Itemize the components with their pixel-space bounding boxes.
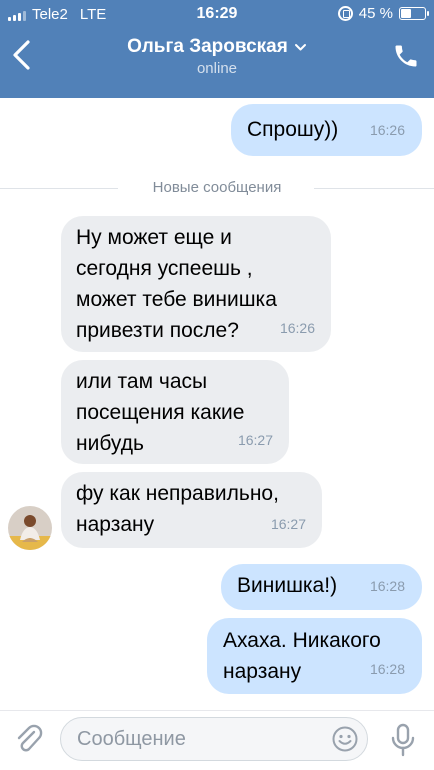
smile-icon[interactable] xyxy=(331,725,359,753)
contact-name[interactable]: Ольга Заровская xyxy=(127,36,288,58)
rotation-lock-icon xyxy=(337,6,353,21)
battery-icon xyxy=(399,7,429,20)
contact-status: online xyxy=(196,60,238,77)
message-time: 16:28 xyxy=(369,578,405,594)
chat-title[interactable]: Ольга Заровская online xyxy=(0,36,434,77)
message-bubble-incoming[interactable]: Ну может еще и сегодня успеешь , может т… xyxy=(61,216,331,352)
message-bubble-incoming[interactable]: фу как неправильно, нарзану 16:27 xyxy=(61,472,322,548)
message-time: 16:26 xyxy=(369,122,405,138)
message-text: Винишка!) xyxy=(237,574,338,597)
message-bubble-outgoing[interactable]: Винишка!) 16:28 xyxy=(221,564,422,610)
message-text: фу как неправильно, нарзану xyxy=(76,482,279,536)
message-bubble-outgoing[interactable]: Спрошу)) 16:26 xyxy=(231,104,422,156)
message-time: 16:27 xyxy=(237,432,273,448)
status-right: 45 % xyxy=(337,5,429,22)
message-time: 16:27 xyxy=(270,516,306,532)
message-bubble-outgoing[interactable]: Ахаха. Никакого нарзану 16:28 xyxy=(207,618,422,694)
message-time: 16:28 xyxy=(369,661,405,677)
message-input[interactable]: Сообщение xyxy=(60,717,368,761)
message-text: Спрошу)) xyxy=(247,118,339,141)
battery-percent: 45 % xyxy=(358,5,393,22)
chevron-down-icon[interactable] xyxy=(294,43,307,52)
message-time: 16:26 xyxy=(279,320,315,336)
message-list[interactable]: Спрошу)) 16:26 Новые сообщения Ну может … xyxy=(0,98,434,710)
paperclip-icon[interactable] xyxy=(14,723,44,755)
message-placeholder: Сообщение xyxy=(77,728,186,750)
new-messages-divider: Новые сообщения xyxy=(0,178,434,198)
message-bubble-incoming[interactable]: или там часы посещения какие нибудь 16:2… xyxy=(61,360,289,464)
divider-label: Новые сообщения xyxy=(152,179,282,196)
chat-header: Tele2 LTE 16:29 45 % Ольга Заровская onl… xyxy=(0,0,434,98)
status-bar: Tele2 LTE 16:29 45 % xyxy=(0,0,434,30)
message-text: Ну может еще и сегодня успеешь , может т… xyxy=(76,226,277,342)
avatar-photo xyxy=(8,506,52,550)
microphone-icon[interactable] xyxy=(390,723,416,757)
message-composer: Сообщение xyxy=(0,710,434,770)
message-text: Ахаха. Никакого нарзану xyxy=(223,629,381,683)
contact-avatar[interactable] xyxy=(8,506,52,550)
message-text: или там часы посещения какие нибудь xyxy=(76,370,245,455)
phone-icon[interactable] xyxy=(392,42,420,70)
